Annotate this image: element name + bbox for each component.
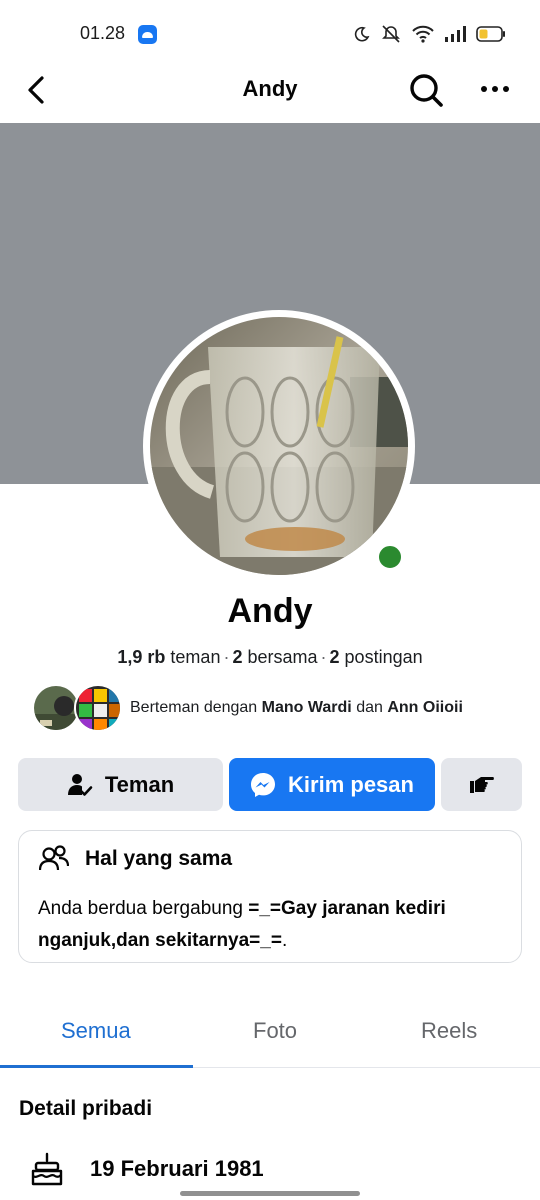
card-body: Anda berdua bergabung =_=Gay jaranan ked… — [38, 893, 508, 957]
mutual-friend-avatar[interactable] — [32, 684, 80, 732]
home-indicator[interactable] — [180, 1191, 360, 1196]
mutual-friend-avatar[interactable] — [74, 684, 122, 732]
separator-dot: · — [223, 647, 230, 667]
tab-photos[interactable]: Foto — [253, 1018, 297, 1044]
app-notification-icon — [138, 25, 157, 44]
common-text: Anda berdua bergabung — [38, 898, 243, 919]
status-bar: 01.28 — [0, 0, 540, 64]
profile-stats: 1,9 rb teman · 2 bersama · 2 postingan — [0, 647, 540, 668]
messenger-icon — [251, 772, 276, 797]
common-text-suffix: . — [281, 930, 288, 951]
poke-button[interactable] — [441, 758, 522, 811]
mutual-prefix: Berteman dengan — [130, 699, 258, 716]
friends-button-label: Teman — [104, 771, 175, 797]
friends-button[interactable]: Teman — [18, 758, 223, 811]
more-dots-icon[interactable] — [478, 74, 512, 104]
friends-count[interactable]: 1,9 rb — [117, 647, 165, 667]
mutual-friend-name[interactable]: Ann Oiioii — [387, 699, 463, 716]
mutual-friends-text: Berteman dengan Mano Wardi dan Ann Oiioi… — [130, 699, 463, 717]
profile-name: Andy — [227, 592, 313, 630]
battery-icon — [476, 26, 505, 42]
mutual-friends-row[interactable]: Berteman dengan Mano Wardi dan Ann Oiioi… — [32, 684, 463, 732]
things-in-common-card[interactable]: Hal yang sama Anda berdua bergabung =_=G… — [18, 830, 522, 963]
birthday-cake-icon — [31, 1152, 63, 1186]
profile-tabs: Semua Foto Reels — [0, 1000, 540, 1068]
mutual-conj: dan — [356, 699, 383, 716]
birthday-row: 19 Februari 1981 — [30, 1152, 264, 1186]
friends-label[interactable]: teman — [170, 647, 220, 667]
signal-icon — [445, 26, 466, 42]
card-title: Hal yang sama — [85, 847, 233, 870]
send-message-button[interactable]: Kirim pesan — [229, 758, 435, 811]
friend-check-icon — [67, 773, 93, 796]
people-icon — [39, 845, 69, 871]
search-icon[interactable] — [406, 70, 446, 110]
online-status-dot — [376, 543, 404, 571]
status-time: 01.28 — [80, 23, 126, 43]
page-title: Andy — [242, 76, 298, 101]
profile-picture[interactable] — [150, 317, 408, 575]
top-nav: Andy — [0, 64, 540, 122]
wifi-icon — [412, 25, 434, 43]
mutual-count[interactable]: 2 — [232, 647, 242, 667]
tab-all[interactable]: Semua — [61, 1018, 131, 1044]
active-tab-indicator — [0, 1065, 193, 1068]
moon-icon — [354, 26, 370, 42]
card-header: Hal yang sama — [39, 845, 232, 873]
mutual-friend-name[interactable]: Mano Wardi — [262, 699, 352, 716]
birthday-text: 19 Februari 1981 — [90, 1156, 264, 1181]
silent-icon — [382, 25, 400, 43]
section-title: Detail pribadi — [19, 1097, 153, 1120]
posts-count[interactable]: 2 — [330, 647, 340, 667]
tab-reels[interactable]: Reels — [421, 1018, 477, 1044]
mutual-label[interactable]: bersama — [247, 647, 317, 667]
profile-picture-frame — [143, 310, 415, 582]
send-message-label: Kirim pesan — [288, 771, 414, 797]
profile-actions: Teman Kirim pesan — [18, 758, 522, 811]
posts-label[interactable]: postingan — [345, 647, 423, 667]
poke-hand-icon — [469, 776, 494, 793]
status-icons — [354, 22, 506, 46]
separator-dot: · — [320, 647, 327, 667]
